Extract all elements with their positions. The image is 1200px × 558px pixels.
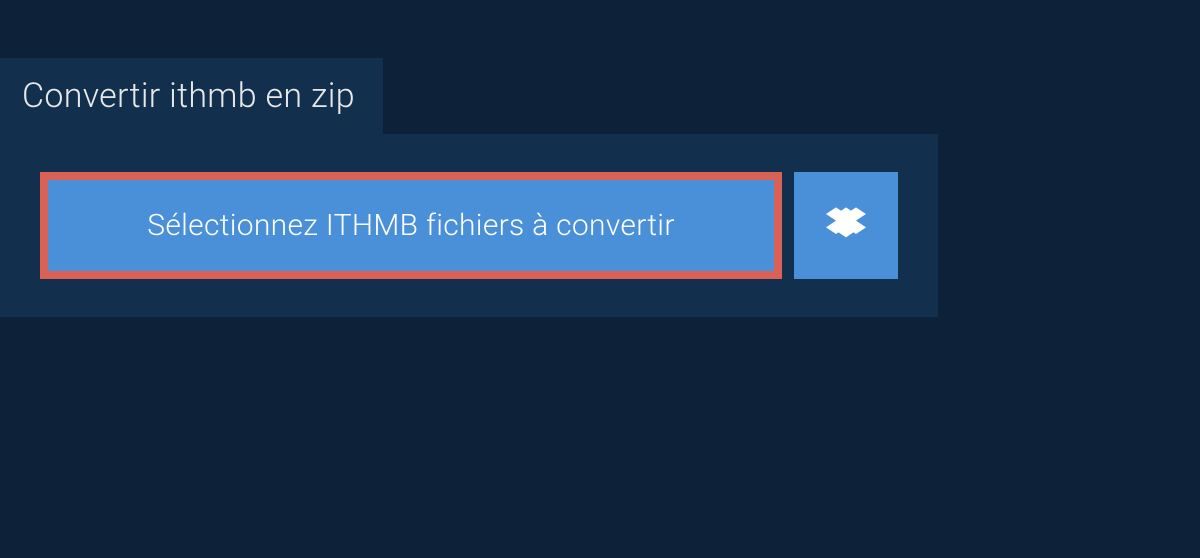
- tab-convert[interactable]: Convertir ithmb en zip: [0, 58, 383, 134]
- tab-container: Convertir ithmb en zip: [0, 58, 1200, 134]
- dropbox-icon: [826, 204, 866, 248]
- button-row: Sélectionnez ITHMB fichiers à convertir: [40, 172, 898, 279]
- select-files-label: Sélectionnez ITHMB fichiers à convertir: [147, 208, 675, 243]
- dropbox-button[interactable]: [794, 172, 898, 279]
- tab-label: Convertir ithmb en zip: [22, 76, 355, 116]
- select-files-button[interactable]: Sélectionnez ITHMB fichiers à convertir: [40, 172, 782, 279]
- upload-panel: Sélectionnez ITHMB fichiers à convertir: [0, 134, 938, 317]
